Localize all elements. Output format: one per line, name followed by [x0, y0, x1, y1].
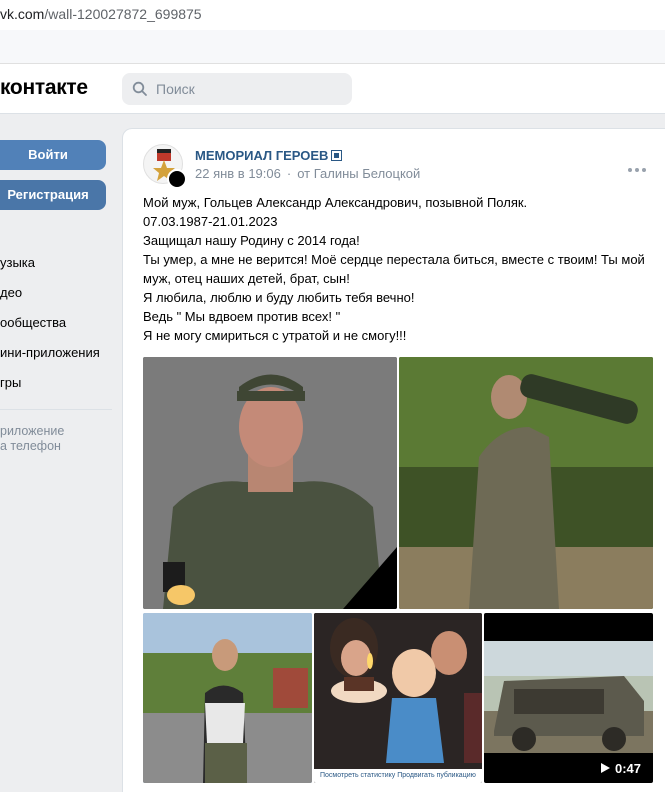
post-text: Мой муж, Гольцев Александр Александрович…: [143, 193, 663, 345]
post-meta: 22 янв в 19:06 · от Галины Белоцкой: [195, 166, 420, 181]
post-date[interactable]: 22 янв в 19:06: [195, 166, 281, 181]
verified-icon: [331, 150, 343, 161]
post-text-line: Ты умер, а мне не верится! Моё сердце пе…: [143, 252, 645, 267]
avatar-status-badge: [167, 169, 187, 189]
video-controls: 0:47: [484, 753, 653, 783]
sidebar-menu: узыка део ообщества ини-приложения гры: [0, 248, 112, 398]
vehicle-video-frame: [484, 641, 653, 753]
post-text-line: 07.03.1987-21.01.2023: [143, 214, 278, 229]
post-author[interactable]: МЕМОРИАЛ ГЕРОЕВ: [195, 148, 343, 163]
photo-stats-caption: Посмотреть статистику Продвигать публика…: [314, 769, 482, 783]
family-cake-photo: [314, 613, 482, 783]
post-photo-2[interactable]: [399, 357, 653, 609]
browser-toolbar: [0, 30, 665, 64]
sidebar-app-line2: а телефон: [0, 439, 61, 453]
sidebar-item-games[interactable]: гры: [0, 368, 112, 398]
vk-logo[interactable]: контакте: [0, 76, 88, 100]
sidebar-divider: [0, 409, 112, 410]
sidebar-app-line1: риложение: [0, 424, 65, 438]
post-text-line: муж, отец наших детей, брат, сын!: [143, 271, 350, 286]
portrait-photo: [143, 357, 397, 609]
post-video[interactable]: 0:47: [484, 613, 653, 783]
sidebar-item-video[interactable]: део: [0, 278, 112, 308]
post-text-line: Я не могу смириться с утратой и не смогу…: [143, 328, 407, 343]
post-source[interactable]: от Галины Белоцкой: [297, 166, 420, 181]
video-top-bar: [484, 613, 653, 641]
meta-separator: ·: [286, 166, 292, 181]
search-icon: [132, 81, 147, 96]
play-icon[interactable]: [601, 763, 610, 773]
more-options-icon[interactable]: [628, 159, 652, 172]
sidebar-item-mini-apps[interactable]: ини-приложения: [0, 338, 112, 368]
post-author-name[interactable]: МЕМОРИАЛ ГЕРОЕВ: [195, 148, 328, 163]
sidebar-item-music[interactable]: узыка: [0, 248, 112, 278]
video-duration: 0:47: [614, 761, 641, 776]
post-text-line: Ведь " Мы вдвоем против всех! ": [143, 309, 341, 324]
browser-address-bar[interactable]: vk.com/wall-120027872_699875: [0, 0, 665, 30]
address-url[interactable]: vk.com/wall-120027872_699875: [0, 6, 202, 22]
post-photo-3[interactable]: [143, 613, 312, 783]
register-button[interactable]: Регистрация: [0, 180, 106, 210]
search-box[interactable]: [122, 73, 352, 105]
url-path: /wall-120027872_699875: [44, 6, 202, 22]
site-header: контакте: [0, 64, 665, 114]
post-text-line: Защищал нашу Родину с 2014 года!: [143, 233, 360, 248]
street-photo: [143, 613, 312, 783]
wall-post: МЕМОРИАЛ ГЕРОЕВ 22 янв в 19:06 · от Галины…: [122, 128, 665, 792]
search-input[interactable]: [156, 73, 346, 105]
post-text-line: Мой муж, Гольцев Александр Александрович…: [143, 195, 528, 210]
post-photo-1[interactable]: [143, 357, 397, 609]
post-photo-4[interactable]: Посмотреть статистику Продвигать публика…: [314, 613, 482, 783]
post-text-line: Я любила, люблю и буду любить тебя вечно…: [143, 290, 415, 305]
sidebar-app-link[interactable]: риложение а телефон: [0, 424, 112, 454]
login-button[interactable]: Войти: [0, 140, 106, 170]
url-host: vk.com: [0, 6, 45, 22]
soldier-forest-photo: [399, 357, 653, 609]
sidebar-item-communities[interactable]: ообщества: [0, 308, 112, 338]
